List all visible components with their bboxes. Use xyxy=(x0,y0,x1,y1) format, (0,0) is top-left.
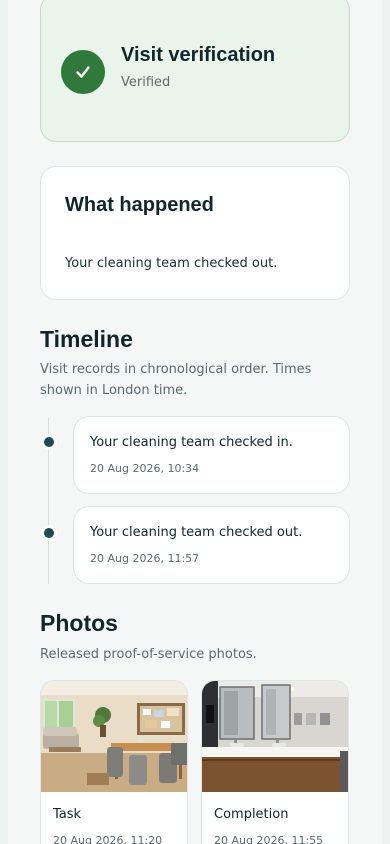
verification-card: Visit verification Verified xyxy=(40,0,350,142)
photo-label: Completion xyxy=(214,807,289,822)
timeline-dot xyxy=(44,437,54,447)
timeline-title: Timeline xyxy=(40,326,133,352)
what-happened-card: What happened Your cleaning team checked… xyxy=(40,166,350,300)
photo-time: 20 Aug 2026, 11:20 xyxy=(53,834,163,844)
living-dining-room-photo xyxy=(41,681,187,792)
timeline-event-time: 20 Aug 2026, 10:34 xyxy=(90,462,200,475)
photos-subtitle: Released proof-of-service photos. xyxy=(40,647,257,662)
timeline-event: Your cleaning team checked out. 20 Aug 2… xyxy=(73,506,350,584)
bathroom-vanity-photo xyxy=(202,681,348,792)
photo-time: 20 Aug 2026, 11:55 xyxy=(214,834,324,844)
timeline-event-time: 20 Aug 2026, 11:57 xyxy=(90,552,200,565)
timeline-dot xyxy=(44,528,54,538)
timeline-event-label: Your cleaning team checked in. xyxy=(90,435,293,450)
timeline-subtitle: Visit records in chronological order. Ti… xyxy=(40,362,312,398)
timeline-event: Your cleaning team checked in. 20 Aug 20… xyxy=(73,416,350,494)
photo-card-task[interactable]: Task 20 Aug 2026, 11:20 xyxy=(40,680,188,844)
photos-title: Photos xyxy=(40,610,118,636)
what-happened-title: What happened xyxy=(65,194,214,216)
verification-title: Visit verification xyxy=(121,44,276,66)
timeline-event-label: Your cleaning team checked out. xyxy=(90,525,303,540)
photo-card-completion[interactable]: Completion 20 Aug 2026, 11:55 xyxy=(201,680,349,844)
verification-status: Verified xyxy=(121,75,171,90)
what-happened-text: Your cleaning team checked out. xyxy=(65,256,278,271)
photo-label: Task xyxy=(53,807,82,822)
check-circle-icon xyxy=(61,50,105,94)
page-content: Visit verification Verified What happene… xyxy=(8,0,382,844)
